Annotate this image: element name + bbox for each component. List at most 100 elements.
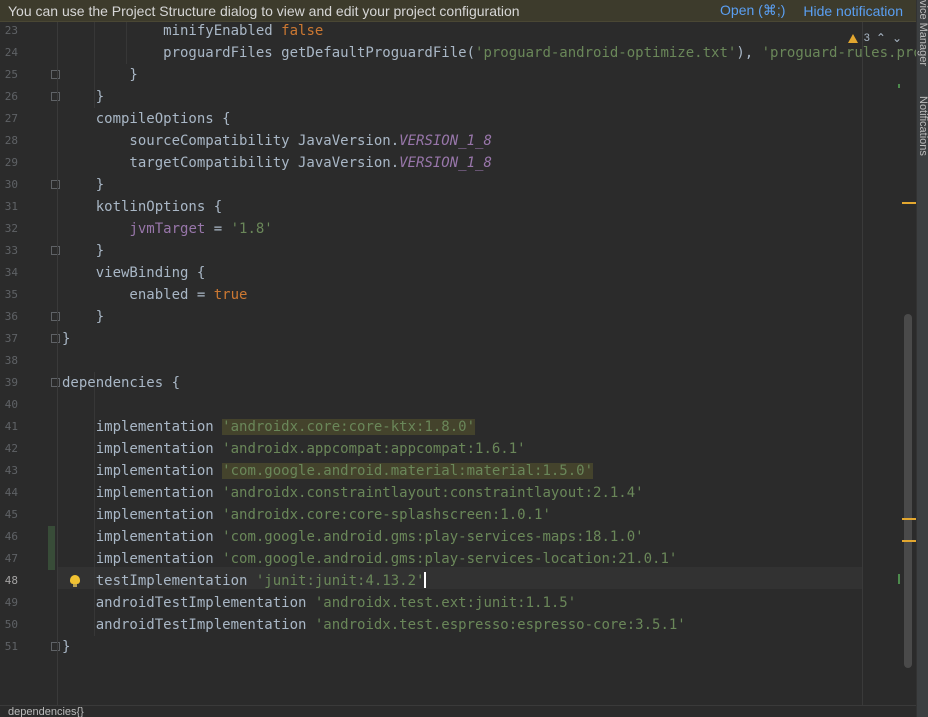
change-stripe-marker[interactable] bbox=[898, 84, 900, 88]
warning-stripe-marker[interactable] bbox=[902, 202, 916, 204]
code-token: implementation bbox=[62, 419, 223, 435]
code-line[interactable]: } bbox=[62, 174, 104, 196]
code-line[interactable]: } bbox=[62, 240, 104, 262]
code-line[interactable]: jvmTarget = '1.8' bbox=[62, 218, 272, 240]
line-number[interactable]: 24 bbox=[0, 42, 18, 64]
line-number[interactable]: 23 bbox=[0, 22, 18, 42]
line-number[interactable]: 26 bbox=[0, 86, 18, 108]
line-number[interactable]: 48 bbox=[0, 570, 18, 592]
code-line[interactable]: implementation 'androidx.constraintlayou… bbox=[62, 482, 644, 504]
fold-toggle-icon[interactable] bbox=[51, 642, 60, 651]
code-token: 'androidx.core:core-splashscreen:1.0.1' bbox=[222, 507, 551, 523]
hide-notification-link[interactable]: Hide notification bbox=[803, 3, 903, 19]
device-manager-tab[interactable]: vice Manager bbox=[917, 0, 928, 80]
code-line[interactable]: targetCompatibility JavaVersion.VERSION_… bbox=[62, 152, 491, 174]
code-line[interactable]: } bbox=[62, 306, 104, 328]
line-number[interactable]: 51 bbox=[0, 636, 18, 658]
line-number[interactable]: 41 bbox=[0, 416, 18, 438]
breadcrumb[interactable]: dependencies{} bbox=[0, 705, 916, 717]
code-line[interactable]: implementation 'com.google.android.gms:p… bbox=[62, 526, 644, 548]
code-line[interactable]: testImplementation 'junit:junit:4.13.2' bbox=[62, 570, 427, 592]
line-number[interactable]: 35 bbox=[0, 284, 18, 306]
previous-highlight-icon[interactable]: ⌃ bbox=[876, 31, 886, 45]
fold-toggle-icon[interactable] bbox=[51, 246, 60, 255]
code-token: } bbox=[62, 309, 105, 325]
code-line[interactable]: compileOptions { bbox=[62, 108, 231, 130]
fold-toggle-icon[interactable] bbox=[51, 180, 60, 189]
code-token: implementation bbox=[62, 551, 223, 567]
code-line[interactable]: implementation 'com.google.android.mater… bbox=[62, 460, 594, 482]
fold-toggle-icon[interactable] bbox=[51, 334, 60, 343]
line-number[interactable]: 31 bbox=[0, 196, 18, 218]
line-number[interactable]: 38 bbox=[0, 350, 18, 372]
line-number[interactable]: 30 bbox=[0, 174, 18, 196]
code-token: 'androidx.core:core-ktx:1.8.0' bbox=[222, 419, 476, 435]
notifications-tab[interactable]: Notifications bbox=[917, 96, 928, 186]
code-line[interactable]: implementation 'androidx.core:core-splas… bbox=[62, 504, 551, 526]
line-number[interactable]: 39 bbox=[0, 372, 18, 394]
line-number[interactable]: 29 bbox=[0, 152, 18, 174]
line-number[interactable]: 47 bbox=[0, 548, 18, 570]
code-line[interactable]: viewBinding { bbox=[62, 262, 206, 284]
code-line[interactable]: proguardFiles getDefaultProguardFile('pr… bbox=[62, 42, 916, 64]
line-number[interactable]: 37 bbox=[0, 328, 18, 350]
line-number[interactable]: 50 bbox=[0, 614, 18, 636]
line-number[interactable]: 40 bbox=[0, 394, 18, 416]
line-number[interactable]: 42 bbox=[0, 438, 18, 460]
vcs-change-marker[interactable] bbox=[48, 548, 55, 570]
code-line[interactable]: androidTestImplementation 'androidx.test… bbox=[62, 614, 686, 636]
code-token: implementation bbox=[62, 507, 223, 523]
line-number[interactable]: 33 bbox=[0, 240, 18, 262]
warning-count: 3 bbox=[863, 32, 870, 44]
line-number[interactable]: 45 bbox=[0, 504, 18, 526]
code-line[interactable]: } bbox=[62, 86, 104, 108]
line-number[interactable]: 43 bbox=[0, 460, 18, 482]
code-token: viewBinding { bbox=[62, 265, 206, 281]
code-line[interactable]: implementation 'androidx.core:core-ktx:1… bbox=[62, 416, 476, 438]
line-number[interactable]: 28 bbox=[0, 130, 18, 152]
fold-toggle-icon[interactable] bbox=[51, 92, 60, 101]
code-token: implementation bbox=[62, 485, 223, 501]
vertical-scrollbar[interactable] bbox=[904, 314, 912, 668]
warning-stripe-marker[interactable] bbox=[902, 518, 916, 520]
code-line[interactable]: } bbox=[62, 636, 70, 658]
code-token: } bbox=[62, 243, 105, 259]
right-margin-guide bbox=[862, 22, 863, 705]
open-project-structure-link[interactable]: Open (⌘;) bbox=[720, 2, 785, 19]
line-number[interactable]: 44 bbox=[0, 482, 18, 504]
change-stripe-marker[interactable] bbox=[898, 574, 900, 584]
vcs-change-marker[interactable] bbox=[48, 526, 55, 548]
code-line[interactable]: } bbox=[62, 64, 137, 86]
code-line[interactable]: sourceCompatibility JavaVersion.VERSION_… bbox=[62, 130, 491, 152]
line-number[interactable]: 36 bbox=[0, 306, 18, 328]
code-line[interactable]: dependencies { bbox=[62, 372, 180, 394]
code-token: proguardFiles getDefaultProguardFile( bbox=[62, 45, 476, 61]
code-line[interactable]: enabled = true bbox=[62, 284, 247, 306]
line-number[interactable]: 32 bbox=[0, 218, 18, 240]
code-line[interactable]: minifyEnabled false bbox=[62, 22, 323, 42]
warning-stripe-marker[interactable] bbox=[902, 540, 916, 542]
code-line[interactable]: implementation 'androidx.appcompat:appco… bbox=[62, 438, 526, 460]
fold-toggle-icon[interactable] bbox=[51, 312, 60, 321]
code-line[interactable]: } bbox=[62, 328, 70, 350]
code-line[interactable]: implementation 'com.google.android.gms:p… bbox=[62, 548, 678, 570]
line-number-gutter[interactable]: 23 24 25 26 27 28 29 30 31 32 33 34 35 36 37 38 39 40 41 42… bbox=[0, 22, 60, 705]
line-number[interactable]: 34 bbox=[0, 262, 18, 284]
line-number[interactable]: 25 bbox=[0, 64, 18, 86]
next-highlight-icon[interactable]: ⌄ bbox=[892, 31, 902, 45]
code-line[interactable]: androidTestImplementation 'androidx.test… bbox=[62, 592, 576, 614]
code-token: dependencies { bbox=[62, 375, 181, 391]
line-number[interactable]: 46 bbox=[0, 526, 18, 548]
line-number[interactable]: 49 bbox=[0, 592, 18, 614]
gutter-divider bbox=[57, 22, 58, 705]
intention-bulb-icon[interactable] bbox=[70, 575, 80, 587]
inspection-widget[interactable]: 3 ⌃ ⌄ bbox=[847, 30, 902, 46]
notification-banner: You can use the Project Structure dialog… bbox=[0, 0, 916, 22]
code-editor[interactable]: 23 24 25 26 27 28 29 30 31 32 33 34 35 36 37 38 39 40 41 42… bbox=[0, 22, 916, 705]
code-token: } bbox=[62, 89, 105, 105]
fold-toggle-icon[interactable] bbox=[51, 70, 60, 79]
code-line[interactable]: kotlinOptions { bbox=[62, 196, 222, 218]
line-number[interactable]: 27 bbox=[0, 108, 18, 130]
fold-toggle-icon[interactable] bbox=[51, 378, 60, 387]
notification-message: You can use the Project Structure dialog… bbox=[8, 2, 520, 19]
